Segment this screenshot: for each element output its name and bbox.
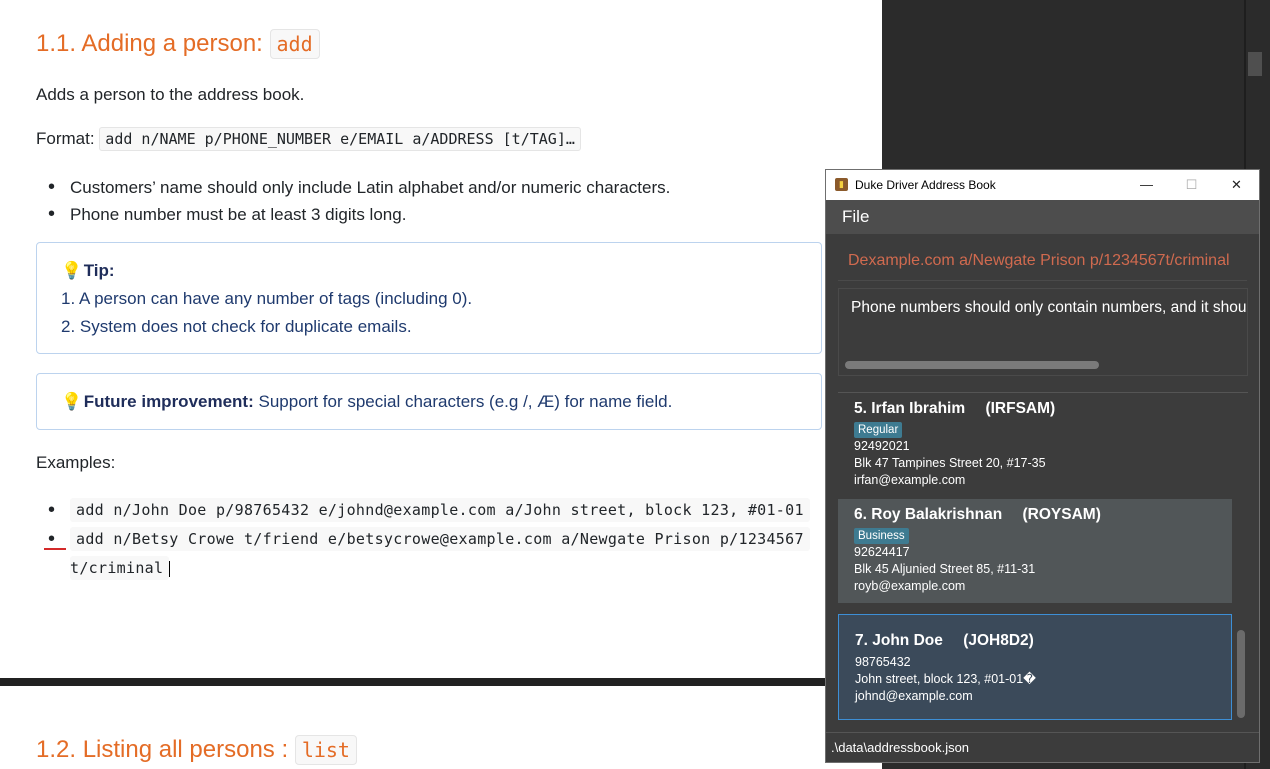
future-label: Future improvement: <box>83 392 254 411</box>
lightbulb-icon: 💡 <box>61 392 83 411</box>
person-list-scrollbar[interactable] <box>1237 630 1245 718</box>
close-button[interactable]: ✕ <box>1214 170 1259 200</box>
examples-label: Examples: <box>36 453 116 472</box>
result-text: Phone numbers should only contain number… <box>851 299 1246 316</box>
example-code: t/criminal <box>70 556 170 580</box>
section-heading-add: 1.1. Adding a person: add <box>36 29 320 59</box>
data-file-path: .\data\addressbook.json <box>831 740 970 755</box>
person-code: (IRFSAM) <box>985 400 1056 417</box>
section-heading-code: add <box>269 29 320 59</box>
menu-bar: File <box>826 200 1259 234</box>
person-phone: 92624417 <box>854 545 910 559</box>
person-email: johnd@example.com <box>855 689 973 703</box>
rules-list: Customers’ name should only include Lati… <box>36 174 670 228</box>
examples-list: • add n/John Doe p/98765432 e/johnd@exam… <box>36 496 810 583</box>
tip-box: 💡 Tip: 1. A person can have any number o… <box>36 242 822 354</box>
example-code: add n/John Doe p/98765432 e/johnd@exampl… <box>70 498 810 522</box>
future-improvement-box: 💡 Future improvement: Support for specia… <box>36 373 822 430</box>
person-name-line: 5. Irfan Ibrahim (IRFSAM) <box>854 400 1216 418</box>
example-item: • add n/Betsy Crowe t/friend e/betsycrow… <box>36 525 810 554</box>
lightbulb-icon: 💡 <box>61 261 83 280</box>
example-item: • add n/John Doe p/98765432 e/johnd@exam… <box>36 496 810 525</box>
person-name: Roy Balakrishnan <box>871 506 1003 523</box>
person-index: 7. <box>855 632 868 649</box>
future-text: Support for special characters (e.g /, Æ… <box>258 392 673 411</box>
tip-item: 1. A person can have any number of tags … <box>61 289 473 308</box>
address-book-window: ▮ Duke Driver Address Book — ☐ ✕ File De… <box>825 169 1260 763</box>
user-guide-page: 1.1. Adding a person: add Adds a person … <box>0 0 882 769</box>
person-address: Blk 45 Aljunied Street 85, #11-31 <box>854 562 1036 576</box>
window-title: Duke Driver Address Book <box>855 178 996 192</box>
command-input-text: Dexample.com a/Newgate Prison p/1234567t… <box>848 252 1230 269</box>
maximize-button[interactable]: ☐ <box>1169 170 1214 200</box>
section-heading-code: list <box>294 735 357 765</box>
person-address: John street, block 123, #01-01� <box>855 672 1036 686</box>
section-heading-text: 1.1. Adding a person: <box>36 30 263 57</box>
format-label: Format: <box>36 129 95 148</box>
person-email: irfan@example.com <box>854 473 966 487</box>
section-divider <box>0 678 882 686</box>
example-code: add n/Betsy Crowe t/friend e/betsycrowe@… <box>70 527 810 551</box>
result-scrollbar[interactable] <box>845 361 1099 369</box>
person-code: (JOH8D2) <box>963 632 1034 649</box>
result-display[interactable]: Phone numbers should only contain number… <box>838 288 1248 376</box>
person-index: 5. <box>854 400 867 417</box>
person-address: Blk 47 Tampines Street 20, #17-35 <box>854 456 1046 470</box>
person-phone: 92492021 <box>854 439 910 453</box>
scrollbar-thumb[interactable] <box>1248 52 1262 76</box>
section-heading-text: 1.2. Listing all persons : <box>36 736 289 763</box>
person-name-line: 7. John Doe (JOH8D2) <box>855 632 1215 650</box>
rule-item: Phone number must be at least 3 digits l… <box>36 201 670 228</box>
person-card-selected[interactable]: 7. John Doe (JOH8D2) 98765432 John stree… <box>838 614 1232 720</box>
person-name-line: 6. Roy Balakrishnan (ROYSAM) <box>854 506 1216 524</box>
intro-text: Adds a person to the address book. <box>36 85 305 104</box>
section-heading-list: 1.2. Listing all persons : list <box>36 735 357 765</box>
person-card[interactable]: 5. Irfan Ibrahim (IRFSAM) Regular 924920… <box>838 393 1232 498</box>
status-bar: .\data\addressbook.json <box>826 732 1259 762</box>
person-list[interactable]: 5. Irfan Ibrahim (IRFSAM) Regular 924920… <box>838 392 1248 731</box>
window-titlebar[interactable]: ▮ Duke Driver Address Book — ☐ ✕ <box>826 170 1259 200</box>
minimize-button[interactable]: — <box>1124 170 1169 200</box>
person-index: 6. <box>854 506 867 523</box>
format-line: Format: add n/NAME p/PHONE_NUMBER e/EMAI… <box>36 127 581 151</box>
address-book-icon: ▮ <box>835 178 848 191</box>
person-name: John Doe <box>872 632 943 649</box>
person-name: Irfan Ibrahim <box>871 400 966 417</box>
command-input[interactable]: Dexample.com a/Newgate Prison p/1234567t… <box>838 244 1247 281</box>
person-email: royb@example.com <box>854 579 966 593</box>
person-phone: 98765432 <box>855 655 911 669</box>
format-code: add n/NAME p/PHONE_NUMBER e/EMAIL a/ADDR… <box>99 127 581 151</box>
rule-item: Customers’ name should only include Lati… <box>36 174 670 201</box>
person-code: (ROYSAM) <box>1022 506 1101 523</box>
person-tag: Business <box>854 528 909 544</box>
spellcheck-underline <box>44 548 66 550</box>
bullet-icon: • <box>48 499 56 521</box>
person-tag: Regular <box>854 422 903 438</box>
example-item-continued: t/criminal <box>36 554 810 583</box>
person-card[interactable]: 6. Roy Balakrishnan (ROYSAM) Business 92… <box>838 499 1232 603</box>
menu-file[interactable]: File <box>842 207 869 227</box>
tip-label: Tip: <box>83 261 115 280</box>
tip-item: 2. System does not check for duplicate e… <box>61 317 412 336</box>
text-cursor <box>169 561 171 578</box>
